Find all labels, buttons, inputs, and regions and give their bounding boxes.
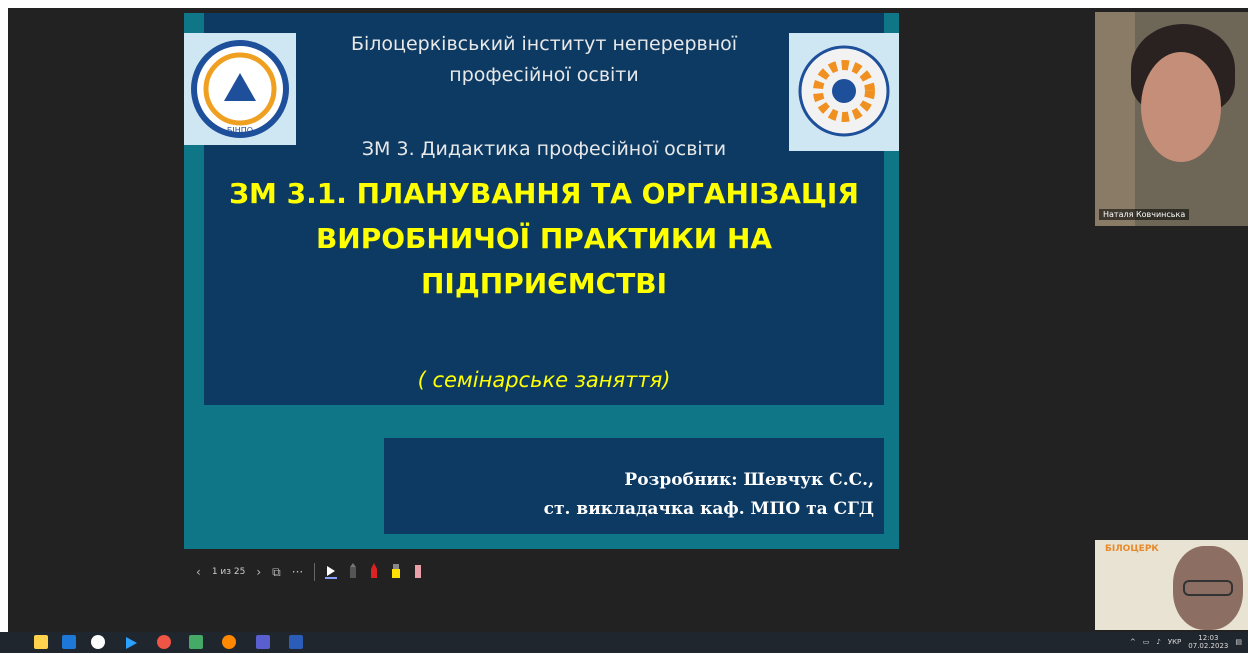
save-icon[interactable]: [62, 635, 76, 649]
author-line-1: Розробник: Шевчук С.С.,: [624, 470, 874, 490]
chrome-icon[interactable]: [91, 635, 105, 649]
play-icon[interactable]: [124, 635, 138, 649]
system-tray: ^ ▭ ♪ УКР 12:03 07.02.2023 ▤: [1130, 634, 1242, 650]
conference-window: БІНПО Білоцерківський інститут неперервн…: [8, 8, 1248, 632]
pointer-icon[interactable]: [325, 563, 338, 582]
calculator-icon[interactable]: [189, 635, 203, 649]
language-indicator[interactable]: УКР: [1168, 638, 1181, 646]
settings-icon[interactable]: [222, 635, 236, 649]
video-background: [1095, 12, 1135, 226]
next-slide-button[interactable]: ›: [256, 565, 261, 579]
notifications-icon[interactable]: ▤: [1235, 638, 1242, 646]
clock-date: 07.02.2023: [1188, 642, 1229, 650]
pen-icon[interactable]: [348, 562, 358, 582]
institute-title: Білоцерківський інститут неперервної про…: [350, 33, 738, 86]
seminar-note: ( семінарське заняття): [417, 368, 671, 392]
gear-emblem-icon: [798, 45, 890, 137]
lesson-title: ЗМ 3.1. ПЛАНУВАННЯ ТА ОРГАНІЗАЦІЯ ВИРОБН…: [229, 177, 859, 300]
clock[interactable]: 12:03 07.02.2023: [1188, 634, 1228, 650]
marker-icon[interactable]: [369, 562, 379, 582]
page-counter: 1 из 25: [211, 567, 246, 577]
author-text: Розробник: Шевчук С.С., ст. викладачка к…: [544, 466, 874, 524]
network-icon[interactable]: ▭: [1143, 638, 1150, 646]
highlighter-icon[interactable]: [390, 563, 402, 582]
participant-video-2[interactable]: БІЛОЦЕРК: [1095, 540, 1248, 630]
chrome-icon[interactable]: [157, 635, 171, 649]
department-logo-right: [789, 33, 899, 151]
file-explorer-icon[interactable]: [34, 635, 48, 649]
participant-name: Наталя Ковчинська: [1099, 209, 1190, 220]
clock-time: 12:03: [1198, 634, 1219, 642]
slide-controls: ‹ 1 из 25 › ⧉ ···: [184, 560, 434, 584]
participant-face: [1141, 52, 1221, 162]
windows-taskbar: ^ ▭ ♪ УКР 12:03 07.02.2023 ▤: [0, 632, 1248, 653]
bino-emblem-icon: БІНПО: [191, 40, 289, 138]
institute-logo-left: БІНПО: [184, 33, 296, 145]
eraser-icon[interactable]: [413, 563, 423, 582]
author-box: Розробник: Шевчук С.С., ст. викладачка к…: [384, 438, 884, 534]
word-icon[interactable]: [289, 635, 303, 649]
more-button[interactable]: ···: [292, 565, 303, 579]
presentation-slide: БІНПО Білоцерківський інститут неперервн…: [184, 13, 899, 549]
participant-video-1[interactable]: Наталя Ковчинська: [1095, 12, 1248, 226]
author-line-2: ст. викладачка каф. МПО та СГД: [543, 499, 874, 519]
chevron-up-icon[interactable]: ^: [1130, 638, 1136, 646]
volume-icon[interactable]: ♪: [1156, 638, 1160, 646]
pages-icon[interactable]: ⧉: [272, 565, 281, 580]
prev-slide-button[interactable]: ‹: [196, 565, 201, 579]
glasses-shape: [1183, 580, 1233, 596]
module-line: ЗМ 3. Дидактика професійної освіти: [361, 138, 727, 160]
teams-icon[interactable]: [256, 635, 270, 649]
logo-left-caption: БІНПО: [227, 126, 253, 135]
